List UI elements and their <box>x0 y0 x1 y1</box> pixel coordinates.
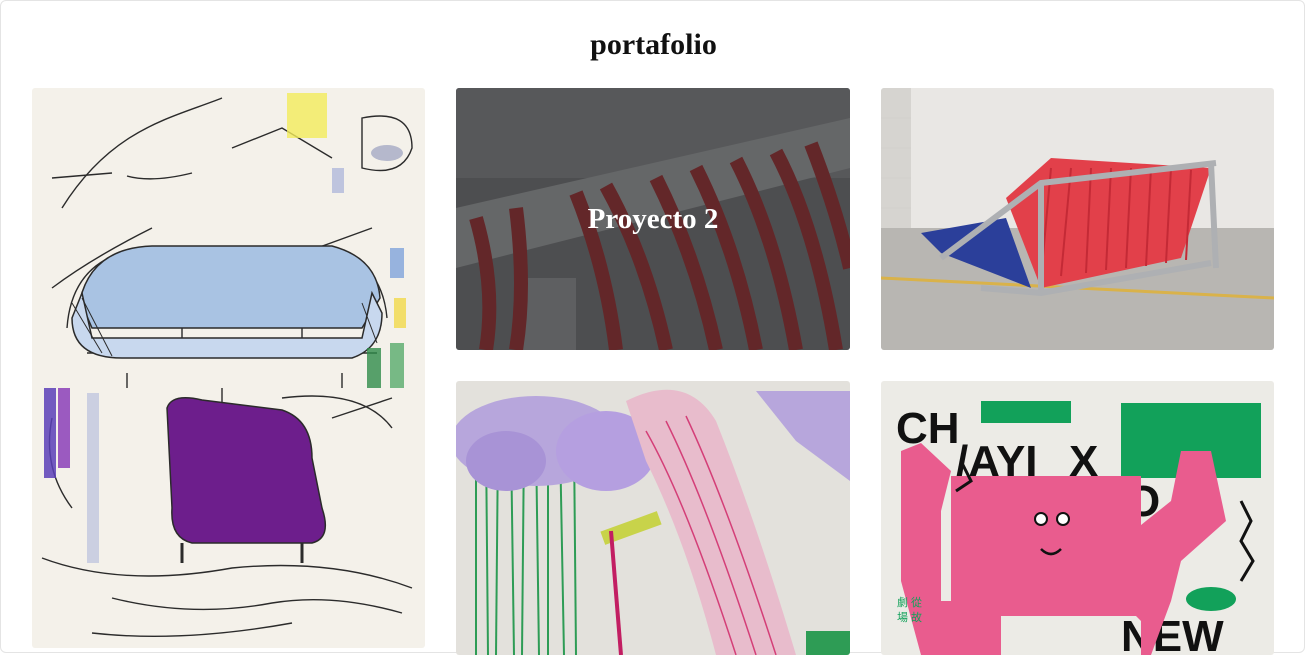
svg-text:CH: CH <box>896 404 960 453</box>
inflatable-chair-image <box>881 88 1274 350</box>
portfolio-item-2[interactable]: Proyecto 2 <box>456 88 850 350</box>
textile-sculpture-image <box>456 381 850 655</box>
svg-text:NEW: NEW <box>1121 612 1224 655</box>
sofa-sketch-image <box>32 88 425 648</box>
page-title: portafolio <box>590 28 717 61</box>
svg-text:劇: 劇 <box>897 595 908 609</box>
poster-image: CH /AYI X O NEW 劇場 從故 <box>881 381 1274 655</box>
svg-text:場: 場 <box>897 611 908 624</box>
portfolio-item-5[interactable]: CH /AYI X O NEW 劇場 從故 <box>881 381 1274 655</box>
project-caption: Proyecto 2 <box>587 202 719 235</box>
portfolio-item-3[interactable] <box>881 88 1274 350</box>
portfolio-item-4[interactable] <box>456 381 850 655</box>
svg-text:從: 從 <box>911 596 922 609</box>
portfolio-item-1[interactable] <box>32 88 425 648</box>
hover-overlay: Proyecto 2 <box>456 88 850 350</box>
svg-text:故: 故 <box>911 610 922 624</box>
